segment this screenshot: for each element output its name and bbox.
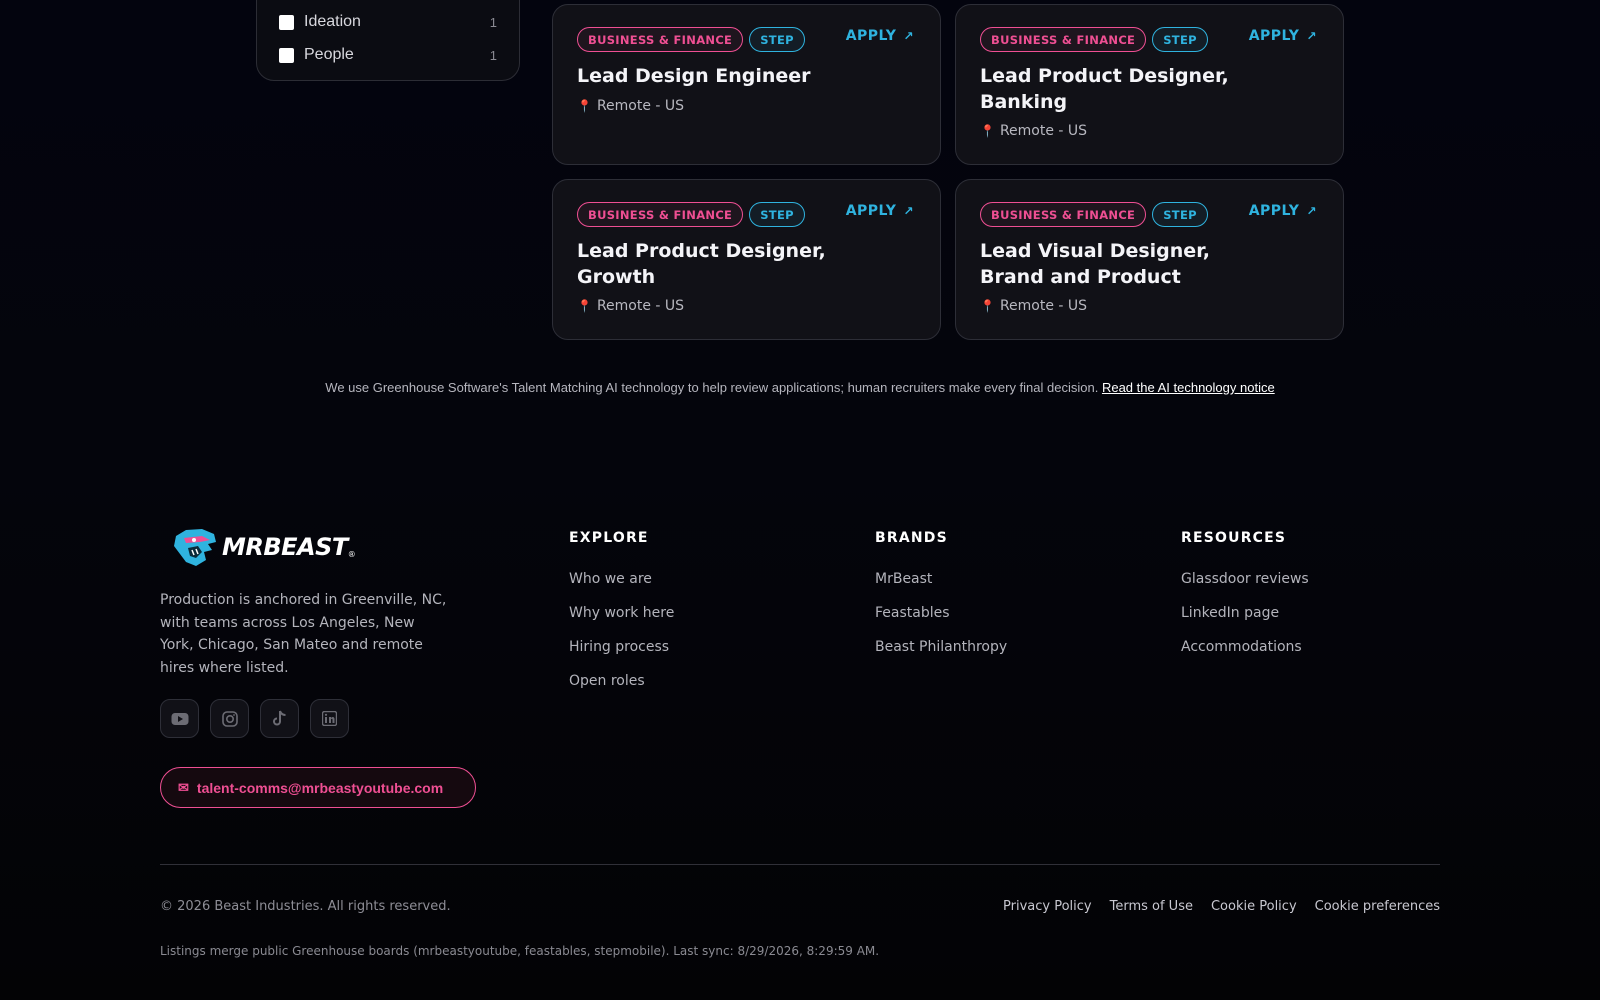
cookie-policy-link[interactable]: Cookie Policy xyxy=(1211,899,1297,914)
location-text: Remote - US xyxy=(999,123,1088,139)
youtube-link[interactable] xyxy=(160,699,199,738)
filter-option-ideation[interactable]: Ideation 1 xyxy=(279,11,497,33)
footer-link-glassdoor[interactable]: Glassdoor reviews xyxy=(1181,571,1309,587)
job-title[interactable]: Lead Design Engineer xyxy=(577,63,837,89)
footer-link-beast-philanthropy[interactable]: Beast Philanthropy xyxy=(875,639,1007,655)
apply-link[interactable]: APPLY ↗ xyxy=(1249,28,1317,44)
cookie-preferences-link[interactable]: Cookie preferences xyxy=(1315,899,1440,914)
map-pin-icon: 📍 xyxy=(577,299,592,313)
arrow-up-right-icon: ↗ xyxy=(903,29,914,43)
footer-link-who-we-are[interactable]: Who we are xyxy=(569,571,652,587)
ai-notice-text: We use Greenhouse Software's Talent Matc… xyxy=(325,380,1099,395)
mrbeast-logo[interactable]: MRBEAST ® xyxy=(172,526,356,568)
ai-notice-link[interactable]: Read the AI technology notice xyxy=(1102,380,1275,395)
filter-checkbox[interactable] xyxy=(279,47,294,63)
arrow-up-right-icon: ↗ xyxy=(903,204,914,218)
job-title[interactable]: Lead Product Designer, Growth xyxy=(577,238,837,290)
location-text: Remote - US xyxy=(999,298,1088,314)
ai-notice: We use Greenhouse Software's Talent Matc… xyxy=(0,380,1600,395)
registered-mark: ® xyxy=(347,549,356,559)
social-links xyxy=(160,699,349,738)
arrow-up-right-icon: ↗ xyxy=(1306,204,1317,218)
job-title[interactable]: Lead Product Designer, Banking xyxy=(980,63,1240,115)
map-pin-icon: 📍 xyxy=(980,124,995,138)
department-tag: BUSINESS & FINANCE xyxy=(577,27,744,52)
footer-heading-brands: BRANDS xyxy=(875,530,948,546)
apply-label: APPLY xyxy=(1248,28,1300,44)
map-pin-icon: 📍 xyxy=(980,299,995,313)
job-card[interactable]: BUSINESS & FINANCE STEP APPLY ↗ Lead Pro… xyxy=(955,4,1344,165)
department-tag: BUSINESS & FINANCE xyxy=(980,27,1147,52)
footer-heading-resources: RESOURCES xyxy=(1181,530,1287,546)
linkedin-icon xyxy=(322,711,337,726)
apply-link[interactable]: APPLY ↗ xyxy=(846,203,914,219)
apply-label: APPLY xyxy=(845,203,897,219)
apply-label: APPLY xyxy=(845,28,897,44)
filter-checkbox[interactable] xyxy=(279,14,294,30)
tiktok-icon xyxy=(273,710,286,726)
department-tag: BUSINESS & FINANCE xyxy=(980,202,1147,227)
filter-panel: Ideation 1 People 1 xyxy=(256,0,520,81)
footer-link-mrbeast[interactable]: MrBeast xyxy=(875,571,932,587)
brand-tag: STEP xyxy=(749,202,805,227)
filter-count: 1 xyxy=(489,47,497,63)
brand-tag: STEP xyxy=(1152,202,1208,227)
filter-option-people[interactable]: People 1 xyxy=(279,44,497,66)
job-title[interactable]: Lead Visual Designer, Brand and Product xyxy=(980,238,1240,290)
footer-link-linkedin[interactable]: LinkedIn page xyxy=(1181,605,1279,621)
brand-tag: STEP xyxy=(749,27,805,52)
map-pin-icon: 📍 xyxy=(577,99,592,113)
apply-link[interactable]: APPLY ↗ xyxy=(846,28,914,44)
footer-link-open-roles[interactable]: Open roles xyxy=(569,673,645,689)
arrow-up-right-icon: ↗ xyxy=(1306,29,1317,43)
logo-wordmark: MRBEAST xyxy=(222,533,348,561)
linkedin-link[interactable] xyxy=(310,699,349,738)
footer-heading-explore: EXPLORE xyxy=(569,530,649,546)
job-card[interactable]: BUSINESS & FINANCE STEP APPLY ↗ Lead Vis… xyxy=(955,179,1344,340)
instagram-icon xyxy=(221,710,238,727)
job-location: 📍 Remote - US xyxy=(980,298,1087,314)
footer-link-why-work-here[interactable]: Why work here xyxy=(569,605,674,621)
footer-divider xyxy=(160,864,1440,865)
location-text: Remote - US xyxy=(596,98,685,114)
job-location: 📍 Remote - US xyxy=(577,98,684,114)
privacy-policy-link[interactable]: Privacy Policy xyxy=(1003,899,1092,914)
terms-of-use-link[interactable]: Terms of Use xyxy=(1110,899,1193,914)
legal-links: Privacy Policy Terms of Use Cookie Polic… xyxy=(1003,899,1440,914)
mail-icon: ✉ xyxy=(178,779,189,795)
job-card[interactable]: BUSINESS & FINANCE STEP APPLY ↗ Lead Des… xyxy=(552,4,941,165)
brand-tag: STEP xyxy=(1152,27,1208,52)
filter-label: Ideation xyxy=(304,13,361,30)
apply-link[interactable]: APPLY ↗ xyxy=(1249,203,1317,219)
email-address: talent-comms@mrbeastyoutube.com xyxy=(196,779,444,796)
filter-label: People xyxy=(304,46,354,63)
instagram-link[interactable] xyxy=(210,699,249,738)
job-card[interactable]: BUSINESS & FINANCE STEP APPLY ↗ Lead Pro… xyxy=(552,179,941,340)
job-location: 📍 Remote - US xyxy=(980,123,1087,139)
youtube-icon xyxy=(171,712,188,725)
company-description: Production is anchored in Greenville, NC… xyxy=(160,592,447,676)
footer-link-feastables[interactable]: Feastables xyxy=(875,605,950,621)
apply-label: APPLY xyxy=(1248,203,1300,219)
location-text: Remote - US xyxy=(596,298,685,314)
copyright: © 2026 Beast Industries. All rights rese… xyxy=(160,899,451,914)
beast-panther-icon xyxy=(174,529,216,566)
tiktok-link[interactable] xyxy=(260,699,299,738)
filter-count: 1 xyxy=(489,14,497,30)
footer-link-hiring-process[interactable]: Hiring process xyxy=(569,639,669,655)
job-location: 📍 Remote - US xyxy=(577,298,684,314)
footer-link-accommodations[interactable]: Accommodations xyxy=(1181,639,1302,655)
sync-status: Listings merge public Greenhouse boards … xyxy=(160,944,880,958)
email-button[interactable]: ✉ talent-comms@mrbeastyoutube.com xyxy=(160,767,476,808)
department-tag: BUSINESS & FINANCE xyxy=(577,202,744,227)
